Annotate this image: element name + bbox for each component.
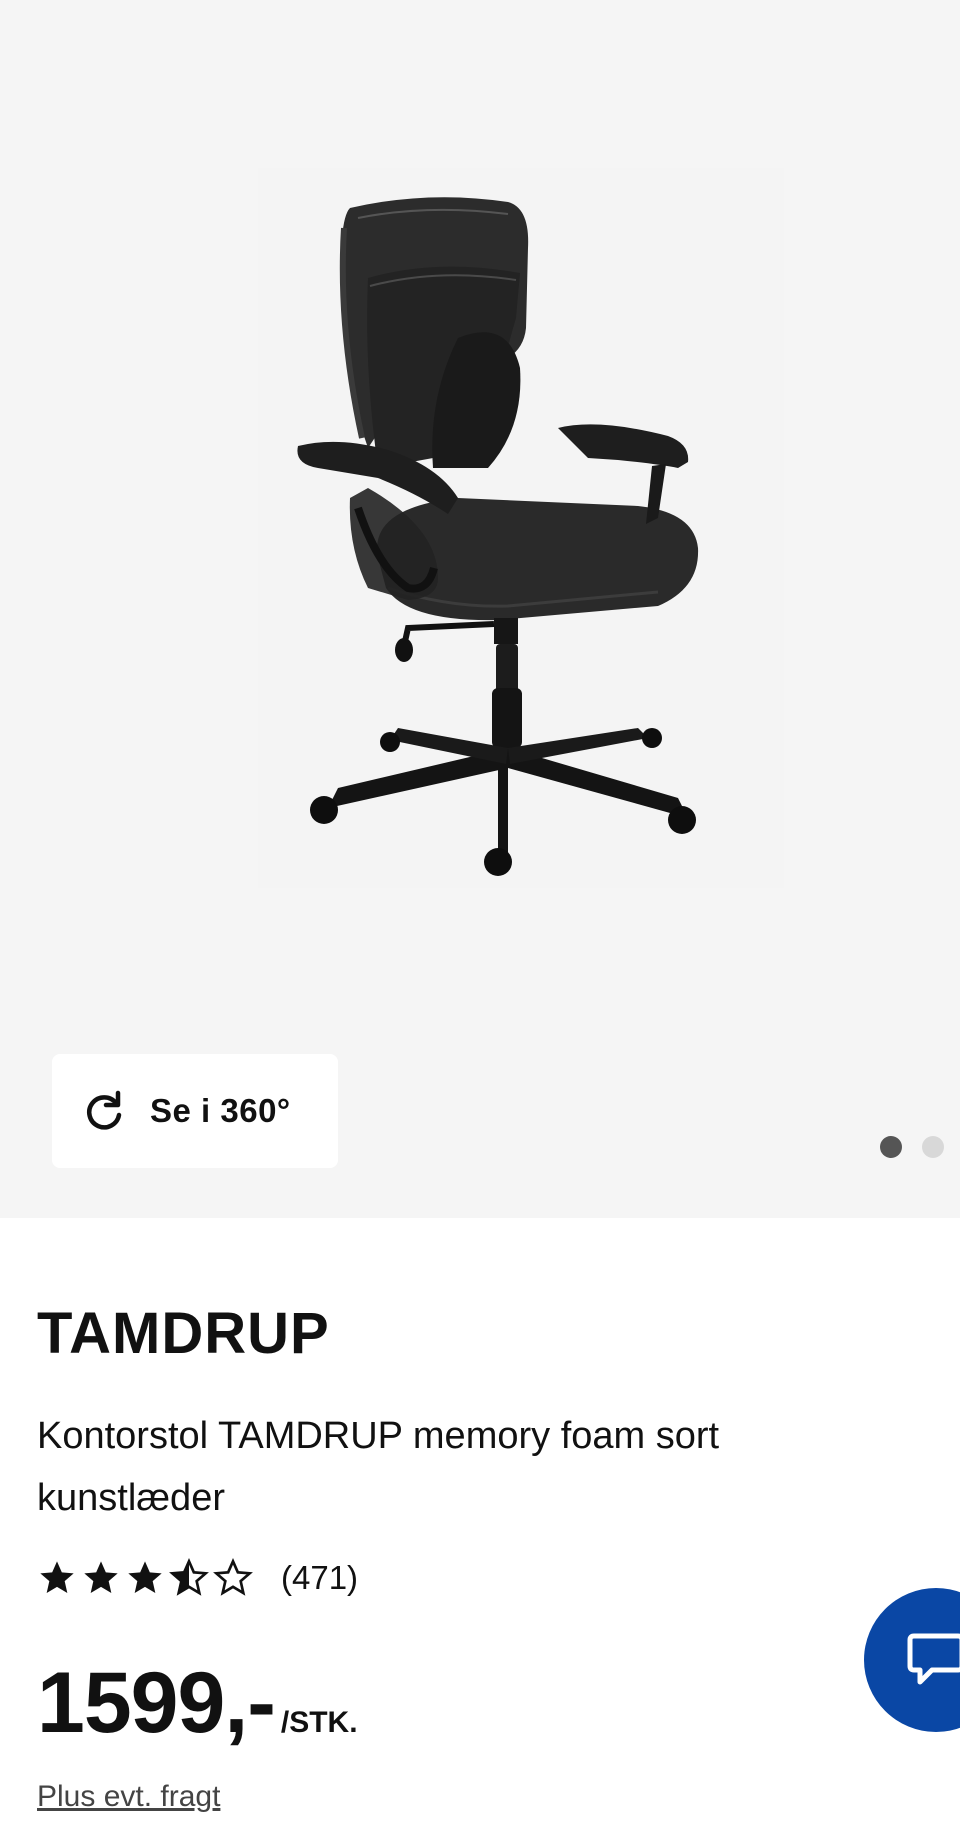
product-brand: TAMDRUP	[37, 1301, 330, 1366]
gallery-pagination	[880, 1136, 960, 1158]
product-image[interactable]	[258, 168, 784, 888]
chat-button[interactable]	[864, 1588, 960, 1732]
rating-count: (471)	[281, 1559, 359, 1596]
view-360-label: Se i 360°	[150, 1092, 291, 1129]
product-title: Kontorstol TAMDRUP memory foam sort kuns…	[37, 1415, 720, 1519]
star-half-icon	[169, 1558, 209, 1596]
price-unit: /STK.	[280, 1706, 358, 1739]
price-value: 1599,-	[37, 1655, 276, 1751]
star-full-icon	[128, 1561, 162, 1593]
star-empty-icon	[213, 1558, 253, 1596]
rating-stars	[37, 1558, 257, 1598]
star-full-icon	[84, 1561, 118, 1593]
gallery-dot-2[interactable]	[922, 1136, 944, 1158]
view-360-button[interactable]: Se i 360°	[52, 1054, 338, 1168]
product-rating[interactable]: (471)	[37, 1558, 358, 1598]
chat-bubble-icon	[907, 1633, 960, 1685]
rotate-icon	[82, 1089, 126, 1133]
gallery-dot-1[interactable]	[880, 1136, 902, 1158]
shipping-link[interactable]: Plus evt. fragt	[37, 1780, 220, 1814]
product-gallery[interactable]: Se i 360°	[0, 0, 960, 1218]
product-price: 1599,- /STK.	[37, 1660, 358, 1746]
office-chair-illustration	[297, 197, 699, 876]
star-full-icon	[40, 1561, 74, 1593]
